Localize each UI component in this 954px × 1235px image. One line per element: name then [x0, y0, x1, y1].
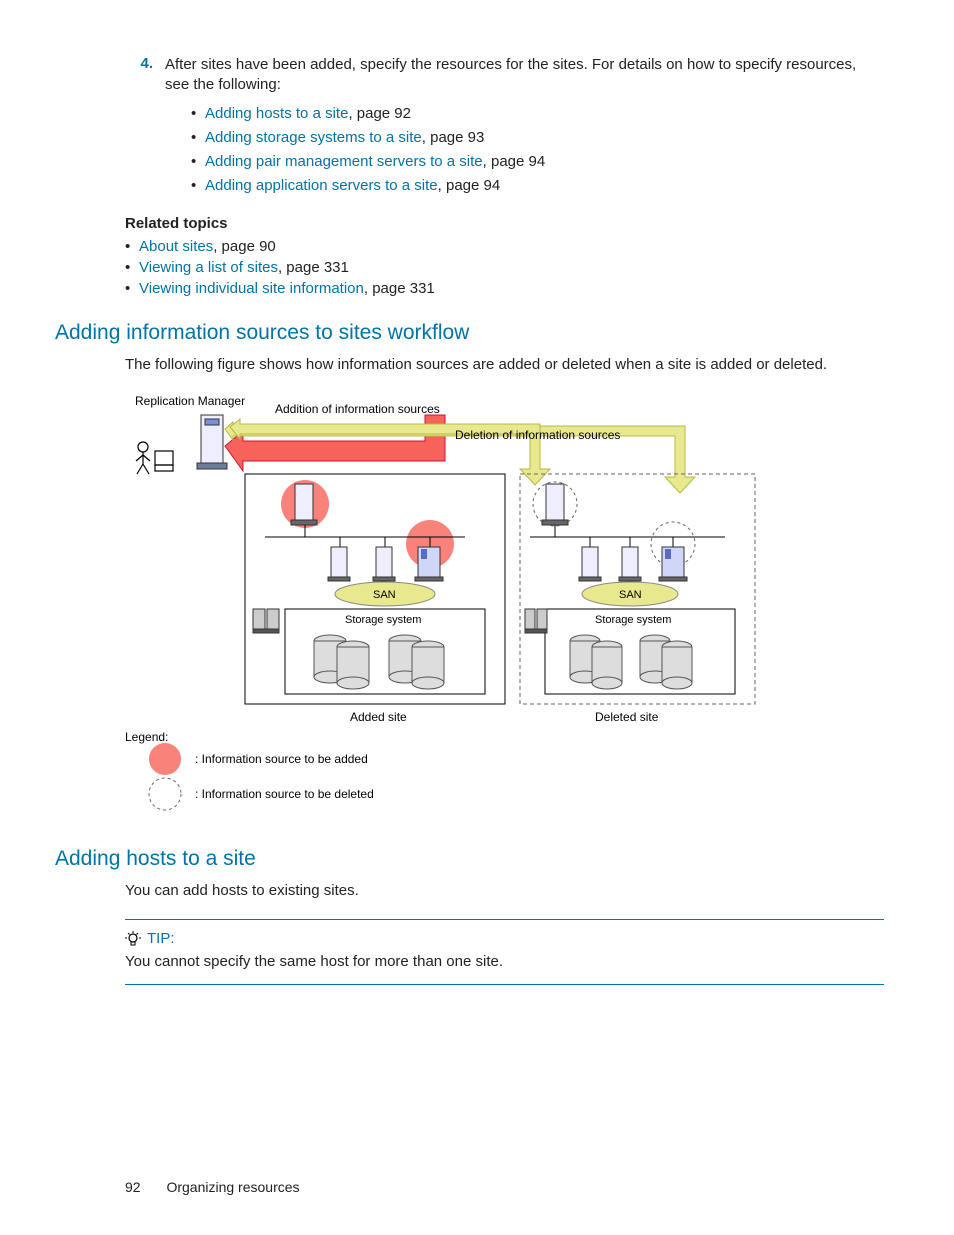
diag-san-1: SAN	[373, 589, 396, 601]
bullet-suffix: , page 94	[483, 153, 546, 170]
rep-mgr-server-icon	[197, 415, 227, 469]
diag-addition-label: Addition of information sources	[275, 402, 440, 416]
tip-text: You cannot specify the same host for mor…	[125, 953, 884, 970]
diag-san-2: SAN	[619, 589, 642, 601]
step-text: After sites have been added, specify the…	[165, 56, 856, 93]
link-adding-hosts[interactable]: Adding hosts to a site	[205, 105, 348, 122]
section-heading-adding-hosts: Adding hosts to a site	[55, 847, 884, 871]
page-footer: 92 Organizing resources	[125, 1179, 300, 1195]
related-list: About sites, page 90 Viewing a list of s…	[125, 238, 884, 297]
page: 4. After sites have been added, specify …	[0, 0, 954, 1235]
tip-block: TIP: You cannot specify the same host fo…	[125, 919, 884, 985]
main-content: 4. After sites have been added, specify …	[125, 55, 884, 297]
user-icon	[136, 442, 173, 474]
link-viewing-list[interactable]: Viewing a list of sites	[139, 259, 278, 276]
page-number: 92	[125, 1179, 141, 1195]
related-item: Viewing individual site information, pag…	[125, 280, 884, 297]
lightbulb-icon	[125, 931, 141, 947]
bullet-item: Adding hosts to a site, page 92	[191, 104, 884, 124]
addition-arrow	[225, 415, 445, 471]
bullet-suffix: , page 92	[348, 105, 411, 122]
step-bullets: Adding hosts to a site, page 92 Adding s…	[191, 104, 884, 197]
bullet-item: Adding pair management servers to a site…	[191, 152, 884, 172]
section1-content: The following figure shows how informati…	[125, 355, 884, 823]
workflow-diagram: Replication Manager	[125, 389, 884, 823]
deleted-site-internals: SAN Storage system	[525, 482, 735, 694]
related-heading: Related topics	[125, 215, 884, 232]
tip-label: TIP:	[147, 930, 175, 947]
added-site-internals: SAN Storage system	[253, 480, 485, 694]
step-4: 4. After sites have been added, specify …	[125, 55, 884, 205]
diag-storage-1: Storage system	[345, 614, 421, 626]
link-adding-storage[interactable]: Adding storage systems to a site	[205, 129, 422, 146]
section-heading-workflow: Adding information sources to sites work…	[55, 321, 884, 345]
diag-legend-label: Legend:	[125, 730, 168, 744]
step-body: After sites have been added, specify the…	[165, 55, 884, 205]
related-suffix: , page 331	[278, 259, 349, 276]
bullet-item: Adding application servers to a site, pa…	[191, 176, 884, 196]
step-number: 4.	[125, 55, 165, 205]
legend-del-icon	[149, 778, 181, 810]
link-viewing-individual[interactable]: Viewing individual site information	[139, 280, 364, 297]
diag-legend-add: : Information source to be added	[195, 752, 368, 766]
related-suffix: , page 90	[213, 238, 276, 255]
link-adding-pair-mgmt[interactable]: Adding pair management servers to a site	[205, 153, 483, 170]
diag-deletion-label: Deletion of information sources	[455, 428, 620, 442]
section2-content: You can add hosts to existing sites. TIP…	[125, 881, 884, 985]
tip-head: TIP:	[125, 930, 884, 947]
related-suffix: , page 331	[364, 280, 435, 297]
diag-storage-2: Storage system	[595, 614, 671, 626]
bullet-suffix: , page 93	[422, 129, 485, 146]
diag-added-site-label: Added site	[350, 710, 407, 724]
diag-rep-mgr-label: Replication Manager	[135, 394, 245, 408]
section2-para: You can add hosts to existing sites.	[125, 881, 884, 901]
link-adding-app-servers[interactable]: Adding application servers to a site	[205, 177, 438, 194]
footer-title: Organizing resources	[166, 1179, 299, 1195]
related-item: About sites, page 90	[125, 238, 884, 255]
section1-para: The following figure shows how informati…	[125, 355, 884, 375]
bullet-suffix: , page 94	[438, 177, 501, 194]
legend-add-icon	[149, 743, 181, 775]
diag-deleted-site-label: Deleted site	[595, 710, 659, 724]
link-about-sites[interactable]: About sites	[139, 238, 213, 255]
related-item: Viewing a list of sites, page 331	[125, 259, 884, 276]
diag-legend-del: : Information source to be deleted	[195, 787, 374, 801]
bullet-item: Adding storage systems to a site, page 9…	[191, 128, 884, 148]
